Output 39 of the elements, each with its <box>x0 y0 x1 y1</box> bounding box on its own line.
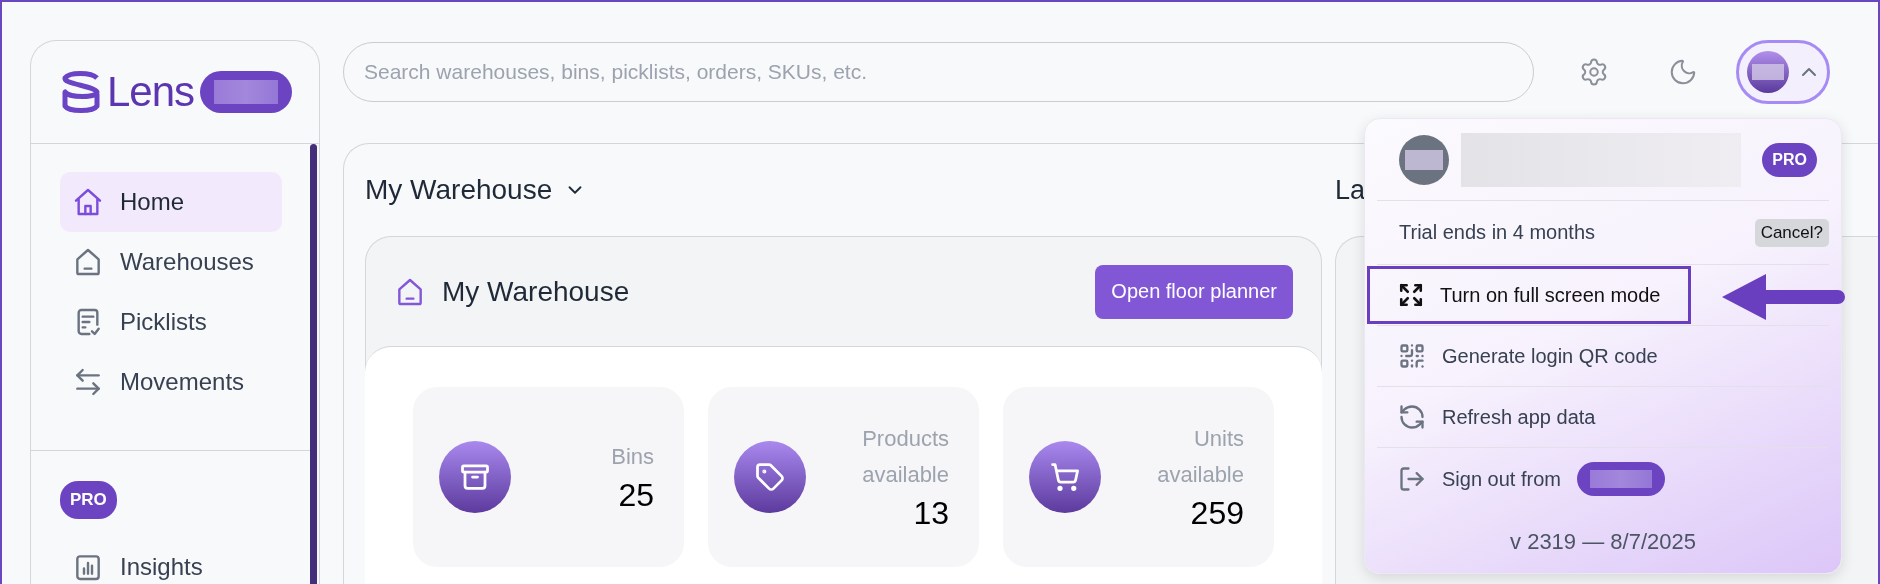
nav-item[interactable]: Insights <box>60 537 282 584</box>
version-text: v 2319 — 8/7/2025 <box>1510 529 1696 555</box>
settings-button[interactable] <box>1579 57 1609 87</box>
logo-icon <box>61 70 101 114</box>
stat-value: 25 <box>618 476 654 515</box>
menu-item[interactable]: Turn on full screen mode <box>1367 266 1692 324</box>
home-icon <box>72 186 104 218</box>
open-floor-planner-button[interactable]: Open floor planner <box>1095 264 1293 319</box>
card-title: My Warehouse <box>442 275 631 308</box>
user-avatar <box>1399 134 1449 185</box>
stat-label: Bins <box>611 443 654 471</box>
pro-badge: PRO <box>1762 142 1817 177</box>
nav-item[interactable]: Picklists <box>60 292 282 352</box>
archive-box-icon <box>460 462 490 492</box>
nav-item[interactable]: Warehouses <box>60 232 282 292</box>
nav-item[interactable]: Home <box>60 172 282 232</box>
search-field[interactable]: Search warehouses, bins, picklists, orders, SKUs, etc. <box>343 42 1534 102</box>
dark-mode-button[interactable] <box>1668 57 1698 87</box>
menu-item[interactable]: Generate login QR code <box>1367 327 1689 385</box>
sign-out-icon <box>1398 465 1426 493</box>
qr-code-icon <box>1398 342 1426 370</box>
menu-item[interactable]: Sign out from <box>1367 450 1696 508</box>
logo-text: Lens <box>107 68 195 116</box>
panel-title: La <box>1335 174 1366 206</box>
stat-value: 13 <box>913 494 949 533</box>
expand-icon <box>1398 282 1424 308</box>
cart-icon <box>1050 462 1080 492</box>
pro-badge: PRO <box>60 481 117 519</box>
scrollbar[interactable] <box>310 144 317 584</box>
stat-label: Units available <box>1156 425 1244 489</box>
trial-text: Trial ends in 4 months <box>1399 221 1596 244</box>
warehouse-select[interactable]: My Warehouse <box>365 174 587 206</box>
cancel-button[interactable]: Cancel? <box>1754 218 1829 247</box>
menu-item[interactable]: Refresh app data <box>1367 388 1627 446</box>
stat-value: 259 <box>1190 494 1244 533</box>
nav-item[interactable]: Movements <box>60 352 282 412</box>
tag-icon <box>755 462 785 492</box>
stat-label: Products available <box>861 425 949 489</box>
refresh-icon <box>1398 403 1426 431</box>
